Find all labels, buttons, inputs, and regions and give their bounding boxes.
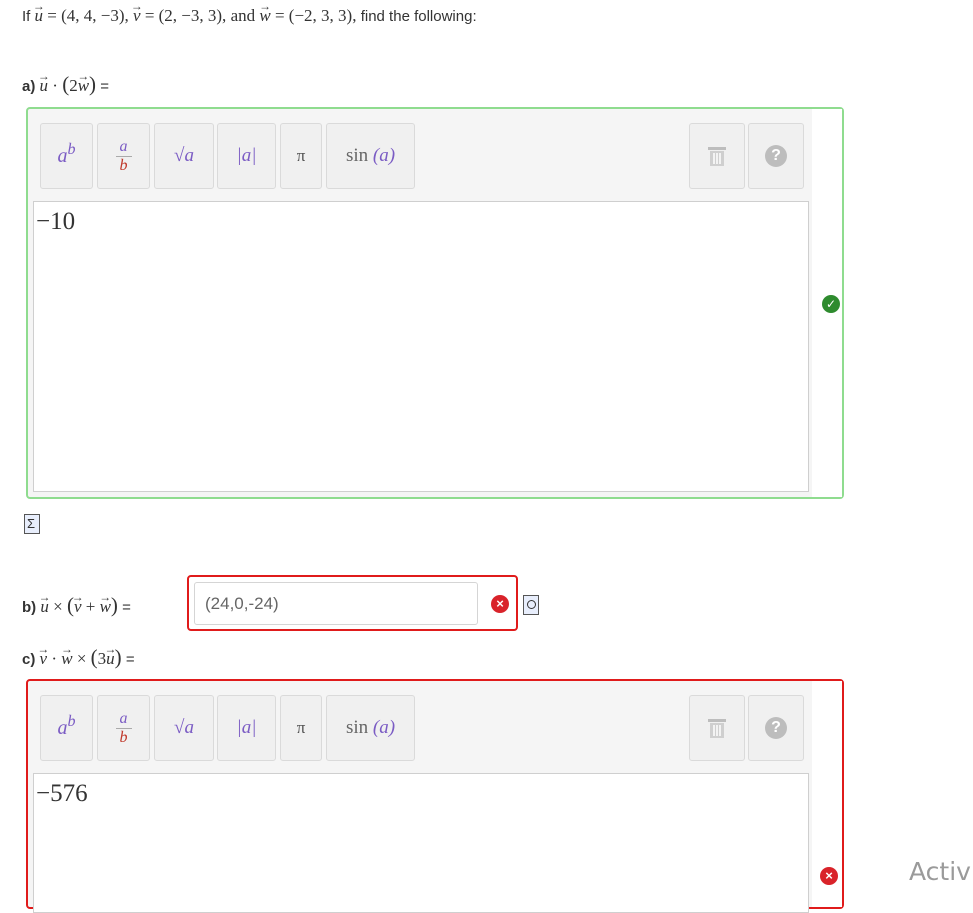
part-a-answer-input[interactable]: −10 [33,201,809,492]
sin-button[interactable]: sin (a) [326,695,415,761]
fraction-den: b [119,728,128,746]
part-a-equals: = [100,78,110,95]
help-icon: ? [765,145,787,167]
power-button[interactable]: ab [40,123,93,189]
power-exp: b [67,713,76,730]
pi-button[interactable]: π [280,123,322,189]
part-b-plus: + [85,597,96,616]
power-base: a [57,144,68,167]
part-b-equals: = [122,599,131,616]
part-b-u: u [40,597,49,617]
part-a-letter: a) [22,78,36,95]
part-a-toolbar: ab a b √a |a| π sin (a) ? [40,123,804,191]
part-c-dot: · [51,649,57,668]
pi-label: π [296,146,306,165]
part-c-answer-value: −576 [36,780,88,807]
fraction-num: a [115,710,132,729]
part-c-label: c) v · w × (3u) = [22,645,135,670]
check-circle-icon: ✓ [822,295,840,313]
power-exp: b [67,141,76,158]
part-c-toolbar: ab a b √a |a| π sin (a) ? [40,695,804,763]
part-a-dot: · [52,76,58,95]
part-c-cross: × [76,649,87,668]
sqrt-button[interactable]: √a [154,123,214,189]
part-a-label: a) u · (2w) = [22,72,109,97]
trash-button[interactable] [689,123,745,189]
power-button[interactable]: ab [40,695,93,761]
help-button[interactable]: ? [748,123,804,189]
part-c-equals: = [125,651,135,668]
part-c-u: u [106,649,115,669]
magnify-doc-icon[interactable] [523,595,539,615]
pi-button[interactable]: π [280,695,322,761]
part-b-letter: b) [22,599,37,616]
part-a-u: u [40,76,49,96]
trash-button[interactable] [689,695,745,761]
vector-w-value: = (−2, 3, 3), [274,6,357,25]
sqrt-button[interactable]: √a [154,695,214,761]
part-b-w: w [100,597,111,617]
part-a-two: 2 [69,76,78,95]
sqrt-label: √a [174,717,194,738]
x-circle-icon: × [491,595,509,613]
part-b-cross: × [53,597,63,616]
vector-v: v [133,6,141,26]
abs-button[interactable]: |a| [217,695,276,761]
vector-w: w [259,6,270,26]
part-c-letter: c) [22,651,36,668]
sigma-doc-icon[interactable]: Σ [24,514,40,534]
prompt-suffix: find the following: [360,8,477,25]
abs-label: |a| [236,717,257,738]
part-b-v: v [74,597,82,617]
trash-icon [708,719,726,738]
part-c-w: w [61,649,72,669]
prompt-and: and [230,6,256,25]
abs-button[interactable]: |a| [217,123,276,189]
vector-v-value: = (2, −3, 3), [144,6,227,25]
part-c-equation-editor: ab a b √a |a| π sin (a) ? −576 × [26,679,844,913]
sin-label: sin [345,145,369,166]
vector-u: u [35,6,44,26]
sin-arg: (a) [372,717,396,738]
part-c-v: v [40,649,48,669]
trash-icon [708,147,726,166]
vector-u-value: = (4, 4, −3), [47,6,129,25]
part-b-answer-input[interactable]: (24,0,-24) [194,582,478,625]
activation-watermark: Activ [909,857,971,886]
pi-label: π [296,718,306,737]
sin-arg: (a) [372,145,396,166]
abs-label: |a| [236,145,257,166]
fraction-num: a [115,138,132,157]
power-base: a [57,716,68,739]
part-a-w: w [78,76,89,96]
part-b-answer-box: (24,0,-24) × [187,575,518,631]
prompt-if: If [22,8,31,25]
fraction-den: b [119,156,128,174]
sin-label: sin [345,717,369,738]
help-button[interactable]: ? [748,695,804,761]
part-b-label: b) u × (v + w) = [22,593,131,618]
fraction-button[interactable]: a b [97,695,150,761]
problem-prompt: If u = (4, 4, −3), v = (2, −3, 3), and w… [22,6,477,26]
sqrt-label: √a [174,145,194,166]
part-a-equation-editor: ab a b √a |a| π sin (a) ? −10 ✓ [26,107,844,499]
sin-button[interactable]: sin (a) [326,123,415,189]
part-c-answer-input[interactable]: −576 [33,773,809,913]
help-icon: ? [765,717,787,739]
part-a-answer-value: −10 [36,208,76,235]
x-circle-icon: × [820,867,838,885]
fraction-button[interactable]: a b [97,123,150,189]
